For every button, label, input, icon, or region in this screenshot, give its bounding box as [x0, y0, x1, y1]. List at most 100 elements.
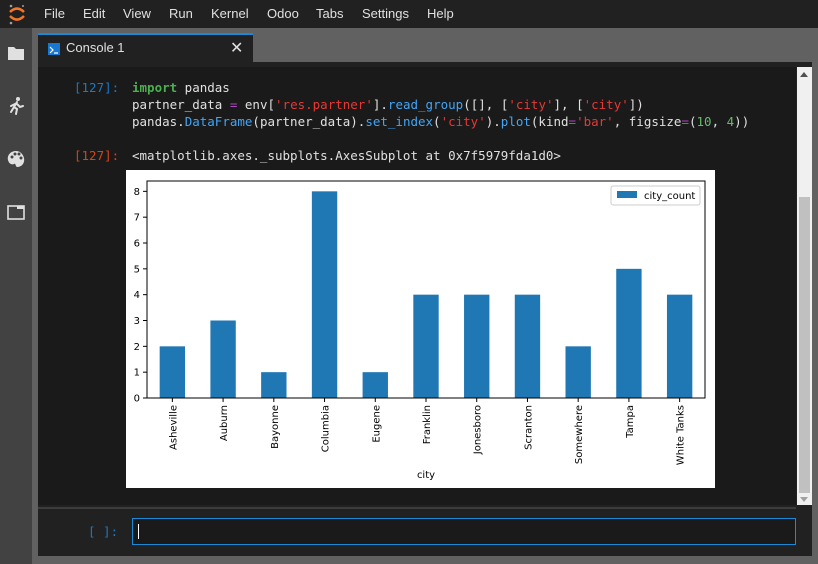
scroll-down-arrow-icon[interactable]: [800, 497, 808, 502]
menubar: File Edit View Run Kernel Odoo Tabs Sett…: [0, 0, 818, 28]
palette-icon[interactable]: [6, 149, 26, 169]
y-tick-label: 1: [134, 368, 140, 379]
menu-help[interactable]: Help: [427, 6, 454, 21]
legend-swatch: [617, 191, 637, 198]
console-icon: [48, 43, 60, 55]
output-text: <matplotlib.axes._subplots.AxesSubplot a…: [132, 148, 561, 163]
code-token: ([], [: [463, 97, 509, 112]
y-tick-label: 6: [134, 239, 140, 250]
input-prompt: [127]:: [74, 80, 120, 95]
folder-icon[interactable]: [6, 43, 26, 63]
chart-svg: Asheville Auburn Bayonne Columbia Eugene Fran…: [134, 180, 706, 481]
y-tick-label: 8: [134, 187, 140, 198]
text-caret: [138, 524, 139, 539]
code-token: ], [: [553, 97, 584, 112]
code-token: 'city': [583, 97, 629, 112]
legend-label: city_count: [644, 191, 695, 202]
code-token: 10: [696, 114, 712, 129]
tab-label: Console 1: [66, 40, 125, 55]
x-tick-label: Jonesboro: [473, 405, 484, 455]
scroll-up-arrow-icon[interactable]: [800, 72, 808, 77]
x-axis-label: city: [417, 470, 435, 481]
bar-white-tanks: [666, 294, 693, 398]
code-token: set_index: [365, 114, 434, 129]
menu-view[interactable]: View: [123, 6, 151, 21]
tab-bar: Console 1 ✕: [38, 28, 818, 62]
code-token: (: [688, 114, 697, 129]
menu-odoo[interactable]: Odoo: [267, 6, 299, 21]
code-token: 'res.partner': [275, 97, 373, 112]
code-token: 'city': [508, 97, 554, 112]
tabs-icon[interactable]: [6, 202, 26, 222]
vertical-scrollbar[interactable]: [797, 67, 812, 505]
code-line: pandas.DataFrame(partner_data).set_index…: [132, 114, 749, 129]
console-output-area: [127]: import pandas partner_data = env[…: [38, 67, 796, 505]
x-tick-label: White Tanks: [676, 405, 687, 465]
new-input-prompt: [ ]:: [88, 524, 119, 539]
bar-jonesboro: [464, 294, 490, 398]
x-tick-label: Eugene: [371, 405, 382, 443]
bar-franklin: [413, 294, 439, 398]
bar-somewhere: [565, 346, 591, 398]
menu-edit[interactable]: Edit: [83, 6, 105, 21]
bar-eugene: [362, 372, 388, 398]
x-tick-label: Bayonne: [270, 405, 281, 449]
code-token: (kind: [530, 114, 569, 129]
code-token: read_group: [387, 97, 464, 112]
tab-console-1[interactable]: Console 1 ✕: [38, 33, 253, 62]
bar-scranton: [514, 294, 541, 398]
bar-auburn: [210, 320, 236, 398]
y-tick-label: 2: [134, 342, 140, 353]
y-tick-label: 4: [134, 290, 140, 301]
output-prompt: [127]:: [74, 148, 120, 163]
code-token: ).: [485, 114, 501, 129]
code-token: import: [132, 80, 178, 95]
code-token: (partner_data).: [252, 114, 366, 129]
jupyter-logo-icon[interactable]: [6, 3, 28, 25]
divider: [38, 507, 796, 509]
code-token: env[: [237, 97, 276, 112]
y-tick-label: 5: [134, 264, 140, 275]
x-tick-label: Asheville: [168, 405, 179, 450]
y-tick-label: 0: [134, 394, 140, 405]
x-tick-label: Somewhere: [574, 405, 585, 464]
code-line: partner_data = env['res.partner'].read_g…: [132, 97, 644, 112]
menu-file[interactable]: File: [44, 6, 65, 21]
code-token: 'bar': [576, 114, 614, 129]
x-tick-label: Franklin: [422, 405, 433, 444]
running-icon[interactable]: [6, 96, 26, 116]
menu-kernel[interactable]: Kernel: [211, 6, 249, 21]
code-token: pandas: [177, 80, 230, 95]
window-edge: [812, 62, 818, 564]
close-icon[interactable]: ✕: [230, 38, 243, 58]
code-token: 'city': [440, 114, 486, 129]
code-token: pandas.: [132, 114, 185, 129]
code-token: =: [681, 114, 689, 129]
bar-columbia: [311, 191, 338, 398]
code-token: partner_data: [132, 97, 230, 112]
code-token: DataFrame: [184, 114, 253, 129]
menu-tabs[interactable]: Tabs: [316, 6, 343, 21]
code-token: ,: [711, 114, 727, 129]
code-line: import pandas: [132, 80, 230, 95]
x-tick-label: Tampa: [625, 405, 636, 439]
bar-chart: Asheville Auburn Bayonne Columbia Eugene Fran…: [126, 170, 715, 488]
code-token: (: [433, 114, 441, 129]
console-input[interactable]: [132, 518, 796, 545]
code-token: ]): [628, 97, 644, 112]
menu-settings[interactable]: Settings: [362, 6, 409, 21]
y-tick-label: 3: [134, 316, 140, 327]
menu-run[interactable]: Run: [169, 6, 193, 21]
code-token: ].: [372, 97, 388, 112]
code-token: , figsize: [613, 114, 682, 129]
code-token: )): [734, 114, 750, 129]
x-tick-label: Columbia: [321, 405, 332, 452]
x-tick-label: Auburn: [219, 405, 230, 441]
bar-bayonne: [261, 372, 287, 398]
bar-tampa: [616, 268, 642, 398]
x-tick-label: Scranton: [523, 405, 534, 450]
console-panel: [127]: import pandas partner_data = env[…: [38, 62, 818, 556]
scrollbar-thumb[interactable]: [799, 197, 810, 493]
code-token: plot: [500, 114, 531, 129]
code-token: =: [568, 114, 577, 129]
